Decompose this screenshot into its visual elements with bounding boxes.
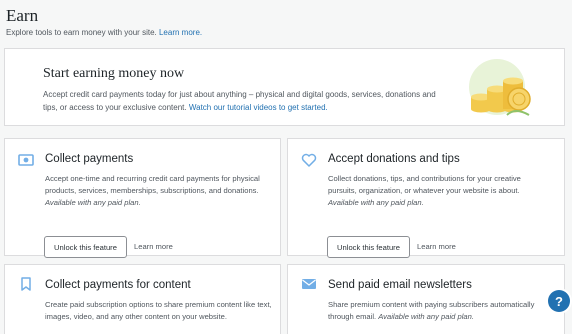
plan-note: Available with any paid plan.: [328, 198, 424, 207]
unlock-feature-button[interactable]: Unlock this feature: [327, 236, 410, 258]
collect-payments-card: Collect payments Accept one-time and rec…: [4, 138, 281, 258]
hero-title: Start earning money now: [43, 66, 185, 81]
subtitle-learn-more-link[interactable]: Learn more.: [159, 28, 202, 37]
hero-card: Start earning money now Accept credit ca…: [4, 48, 565, 126]
page-subtitle: Explore tools to earn money with your si…: [6, 28, 202, 37]
paid-newsletters-card: Send paid email newsletters Share premiu…: [287, 264, 565, 334]
card-description: Create paid subscription options to shar…: [45, 300, 272, 321]
card-title: Send paid email newsletters: [328, 279, 472, 291]
bookmark-icon: [21, 277, 31, 291]
hero-text: Accept credit card payments today for ju…: [43, 88, 443, 114]
card-title: Accept donations and tips: [328, 153, 460, 165]
learn-more-link[interactable]: Learn more: [134, 242, 173, 251]
learn-more-link[interactable]: Learn more: [417, 242, 456, 251]
page-title: Earn: [6, 6, 39, 25]
heart-icon: [301, 153, 317, 167]
paid-content-card: Collect payments for content Create paid…: [4, 264, 281, 334]
envelope-icon: [302, 279, 316, 289]
card-description: Accept one-time and recurring credit car…: [45, 174, 260, 207]
card-description: Collect donations, tips, and contributio…: [328, 174, 521, 207]
subtitle-text: Explore tools to earn money with your si…: [6, 28, 157, 37]
tutorial-videos-link[interactable]: Watch our tutorial videos to get started…: [189, 103, 328, 112]
coins-illustration: [469, 59, 531, 116]
donations-card: Accept donations and tips Collect donati…: [287, 138, 565, 258]
plan-note: Available with any paid plan.: [378, 312, 474, 321]
card-title: Collect payments for content: [45, 279, 191, 291]
help-button[interactable]: ?: [548, 290, 570, 312]
money-icon: [18, 154, 34, 166]
card-description: Share premium content with paying subscr…: [328, 300, 535, 321]
plan-note: Available with any paid plan.: [45, 198, 141, 207]
unlock-feature-button[interactable]: Unlock this feature: [44, 236, 127, 258]
card-title: Collect payments: [45, 153, 134, 165]
